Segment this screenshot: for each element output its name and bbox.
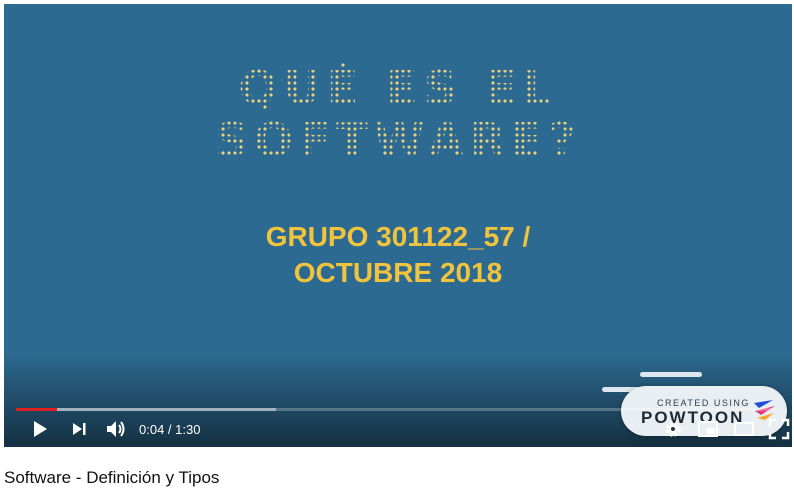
video-frame-subtitle: GRUPO 301122_57 / OCTUBRE 2018 [4, 219, 792, 291]
theater-icon[interactable] [733, 418, 755, 440]
volume-icon[interactable] [105, 418, 127, 440]
time-display: 0:04 / 1:30 [139, 422, 200, 437]
progress-bar[interactable] [16, 408, 780, 411]
fullscreen-icon[interactable] [768, 418, 790, 440]
current-time: 0:04 [139, 422, 165, 437]
duration: 1:30 [175, 422, 201, 437]
video-frame-title: QUÉ ES EL SOFTWARE? [4, 62, 792, 166]
video-title: Software - Definición y Tipos [4, 468, 220, 487]
video-subtitle-line-2: OCTUBRE 2018 [293, 257, 503, 288]
next-icon[interactable] [68, 418, 90, 440]
play-icon[interactable] [28, 418, 50, 440]
player-controls: 0:04 / 1:30 [4, 414, 792, 444]
miniplayer-icon[interactable] [697, 418, 719, 440]
speed-line [640, 372, 702, 377]
powtoon-created-label: CREATED USING [657, 398, 750, 408]
video-player[interactable]: QUÉ ES EL SOFTWARE? GRUPO 301122_57 / OC… [4, 4, 792, 447]
video-title-line-1: QUÉ ES EL [4, 62, 792, 114]
gear-icon[interactable] [662, 418, 684, 440]
video-title-line-2: SOFTWARE? [4, 114, 792, 166]
video-subtitle-line-1: GRUPO 301122_57 / [265, 221, 531, 252]
time-separator: / [164, 422, 176, 437]
progress-played [16, 408, 58, 411]
